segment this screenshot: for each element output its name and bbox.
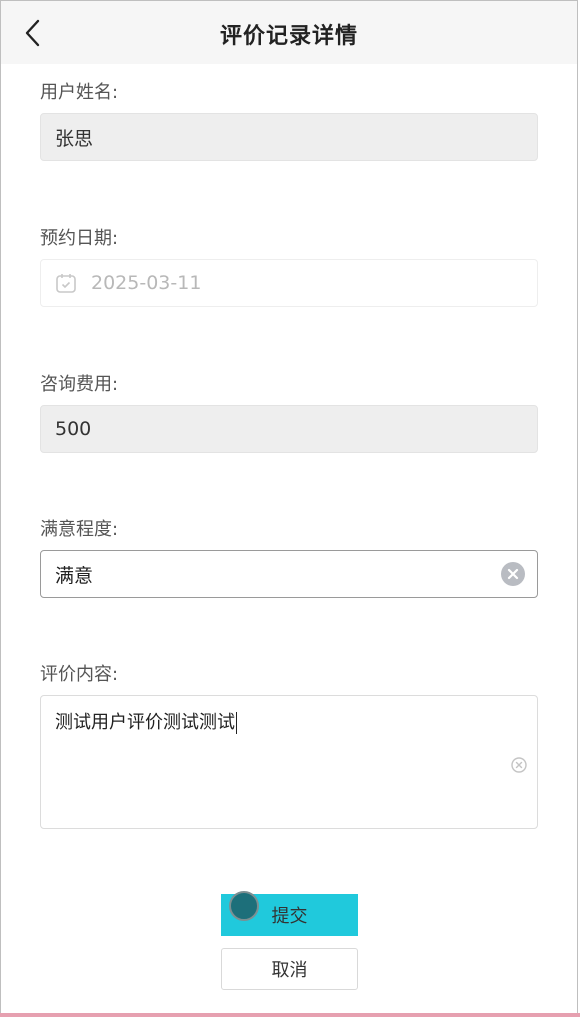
user-name-label: 用户姓名: <box>40 82 119 103</box>
bottom-border <box>0 1013 580 1017</box>
textarea-clear-icon[interactable] <box>511 757 527 773</box>
user-name-value: 张思 <box>55 127 94 150</box>
appointment-date-field: 2025-03-11 <box>40 259 538 307</box>
satisfaction-label: 满意程度: <box>40 519 119 540</box>
page-title: 评价记录详情 <box>219 24 358 49</box>
submit-button-label: 提交 <box>271 906 308 927</box>
user-name-field: 张思 <box>40 113 538 161</box>
cancel-button[interactable]: 取消 <box>221 948 358 990</box>
consult-fee-value: 500 <box>55 418 92 440</box>
review-content-value: 测试用户评价测试测试 <box>55 712 235 733</box>
satisfaction-input[interactable]: 满意 <box>40 550 538 598</box>
touch-indicator <box>229 891 259 921</box>
appointment-date-value: 2025-03-11 <box>91 272 202 294</box>
header-bar: 评价记录详情 <box>1 1 577 64</box>
text-caret <box>236 712 237 734</box>
cancel-button-label: 取消 <box>271 960 308 981</box>
consult-fee-field: 500 <box>40 405 538 453</box>
clear-icon[interactable] <box>501 562 525 586</box>
satisfaction-value: 满意 <box>55 564 94 587</box>
appointment-date-label: 预约日期: <box>40 228 119 249</box>
review-content-label: 评价内容: <box>40 664 119 685</box>
consult-fee-label: 咨询费用: <box>40 374 119 395</box>
review-content-textarea[interactable]: 测试用户评价测试测试 <box>40 695 538 829</box>
calendar-icon <box>55 272 77 294</box>
